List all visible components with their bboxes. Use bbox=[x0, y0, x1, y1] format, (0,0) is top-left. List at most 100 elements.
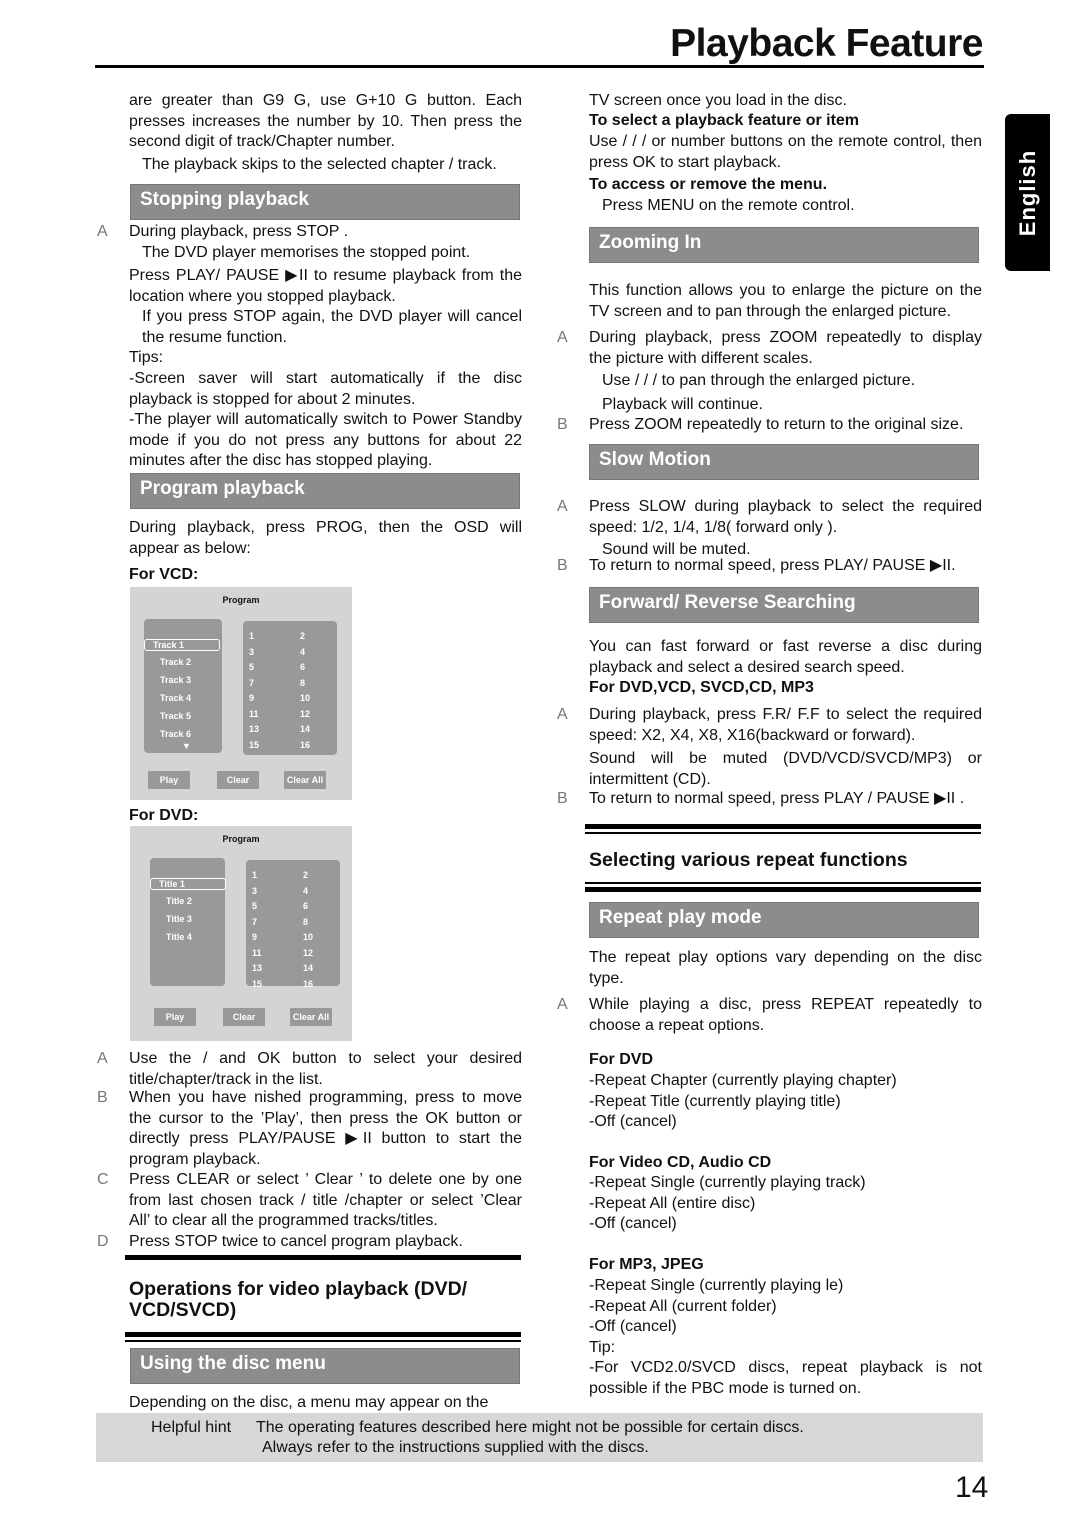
osd-number[interactable]: 2 bbox=[303, 870, 308, 880]
step-letter: D bbox=[97, 1233, 109, 1250]
osd-number[interactable]: 9 bbox=[249, 693, 254, 703]
paragraph: -Repeat Single (currently playing le) -R… bbox=[589, 1276, 982, 1358]
paragraph-text: Use the / and OK button to select your d… bbox=[129, 1050, 522, 1088]
osd-number[interactable]: 2 bbox=[300, 631, 305, 641]
step-letter: A bbox=[97, 1050, 108, 1067]
osd-number[interactable]: 12 bbox=[300, 709, 310, 719]
section-header: Repeat play mode bbox=[589, 902, 979, 938]
osd-number[interactable]: 12 bbox=[303, 948, 313, 958]
osd-number[interactable]: 14 bbox=[303, 963, 313, 973]
osd-number[interactable]: 15 bbox=[252, 979, 262, 989]
paragraph: TV screen once you load in the disc. bbox=[589, 91, 982, 112]
divider-rule bbox=[585, 824, 981, 829]
osd-number[interactable]: 3 bbox=[252, 886, 257, 896]
osd-number[interactable]: 7 bbox=[252, 917, 257, 927]
osd-number[interactable]: 15 bbox=[249, 740, 259, 750]
osd-number[interactable]: 16 bbox=[303, 979, 313, 989]
osd-number[interactable]: 1 bbox=[249, 631, 254, 641]
osd-clear-button[interactable]: Clear bbox=[217, 771, 259, 789]
section-heading: Operations for video playback (DVD/ VCD/… bbox=[129, 1278, 468, 1321]
osd-number[interactable]: 9 bbox=[252, 932, 257, 942]
paragraph: -The player will automatically switch to… bbox=[129, 410, 522, 472]
paragraph: -For VCD2.0/SVCD discs, repeat playback … bbox=[589, 1358, 982, 1399]
osd-number[interactable]: 11 bbox=[252, 948, 262, 958]
paragraph: This function allows you to enlarge the … bbox=[589, 281, 982, 322]
paragraph: For DVD,VCD, SVCD,CD, MP3 bbox=[589, 678, 982, 699]
language-tab-label: English bbox=[1014, 149, 1040, 236]
osd-number[interactable]: 3 bbox=[249, 647, 254, 657]
osd-list-item[interactable]: Title 2 bbox=[158, 896, 228, 906]
step-item: A During playback, press ZOOM repeatedly … bbox=[557, 328, 982, 369]
osd-list-item[interactable]: Track 2 bbox=[152, 657, 222, 667]
osd-number[interactable]: 4 bbox=[303, 886, 308, 896]
section-header: Zooming In bbox=[589, 227, 979, 263]
paragraph-text: Press STOP twice to cancel program playb… bbox=[129, 1233, 463, 1250]
osd-number[interactable]: 10 bbox=[300, 693, 310, 703]
paragraph-text: -Repeat Chapter (currently playing chapt… bbox=[589, 1072, 897, 1130]
paragraph-text: To return to normal speed, press PLAY/ P… bbox=[589, 557, 956, 574]
osd-item-list: Title 1 Title 2 Title 3 Title 4 bbox=[150, 858, 228, 986]
osd-number[interactable]: 11 bbox=[249, 709, 259, 719]
paragraph: -Repeat Single (currently playing track)… bbox=[589, 1173, 982, 1235]
osd-title: Program bbox=[222, 595, 260, 605]
osd-list-item[interactable]: Title 3 bbox=[158, 914, 228, 924]
step-letter: C bbox=[97, 1171, 109, 1188]
osd-clear-all-button[interactable]: Clear All bbox=[290, 1008, 332, 1026]
divider-rule bbox=[125, 1255, 521, 1260]
hint-label: Helpful hint bbox=[151, 1419, 232, 1436]
osd-number[interactable]: 14 bbox=[300, 724, 310, 734]
paragraph: Use / / / to pan through the enlarged pi… bbox=[589, 371, 982, 392]
osd-number[interactable]: 5 bbox=[252, 901, 257, 911]
paragraph: Depending on the disc, a menu may appear… bbox=[129, 1393, 522, 1414]
paragraph: -Screen saver will start automatically i… bbox=[129, 369, 522, 410]
osd-number[interactable]: 5 bbox=[249, 662, 254, 672]
osd-clear-button[interactable]: Clear bbox=[223, 1008, 265, 1026]
paragraph: Playback will continue. bbox=[589, 395, 982, 416]
osd-clear-all-button[interactable]: Clear All bbox=[284, 771, 326, 789]
paragraph: To select a playback feature or item bbox=[589, 111, 982, 132]
osd-number[interactable]: 10 bbox=[303, 932, 313, 942]
paragraph: The DVD player memorises the stopped poi… bbox=[129, 243, 522, 264]
paragraph: For Video CD, Audio CD bbox=[589, 1153, 982, 1174]
paragraph-text: To access or remove the menu. bbox=[589, 176, 828, 193]
scroll-down-icon[interactable]: ▼ bbox=[182, 741, 202, 751]
osd-number[interactable]: 7 bbox=[249, 678, 254, 688]
paragraph-text: -Repeat Single (currently playing le) -R… bbox=[589, 1277, 844, 1356]
paragraph-text: For MP3, JPEG bbox=[589, 1256, 704, 1273]
paragraph-text: When you have nished programming, press … bbox=[129, 1089, 522, 1168]
step-letter: B bbox=[97, 1089, 108, 1106]
osd-list-item[interactable]: Track 4 bbox=[152, 693, 222, 703]
osd-list-item[interactable]: Track 3 bbox=[152, 675, 222, 685]
step-item: A During playback, press STOP . bbox=[97, 222, 522, 243]
step-letter: A bbox=[557, 706, 568, 723]
osd-number[interactable]: 6 bbox=[303, 901, 308, 911]
paragraph-text: While playing a disc, press REPEAT repea… bbox=[589, 996, 982, 1034]
divider-rule bbox=[585, 887, 981, 892]
osd-number[interactable]: 8 bbox=[303, 917, 308, 927]
osd-number[interactable]: 13 bbox=[249, 724, 259, 734]
osd-list-item[interactable]: Title 1 bbox=[150, 878, 226, 890]
paragraph-text: -The player will automatically switch to… bbox=[129, 411, 522, 469]
osd-number[interactable]: 8 bbox=[300, 678, 305, 688]
hint-line-1: The operating features described here mi… bbox=[256, 1419, 804, 1436]
osd-play-button[interactable]: Play bbox=[154, 1008, 196, 1026]
paragraph-text: For DVD,VCD, SVCD,CD, MP3 bbox=[589, 679, 814, 696]
osd-list-item[interactable]: Track 6 bbox=[152, 729, 222, 739]
osd-number[interactable]: 4 bbox=[300, 647, 305, 657]
osd-play-button[interactable]: Play bbox=[148, 771, 190, 789]
osd-number[interactable]: 16 bbox=[300, 740, 310, 750]
osd-item-list: Track 1 Track 2 Track 3 Track 4 Track 5 Track… bbox=[144, 619, 222, 753]
osd-number[interactable]: 13 bbox=[252, 963, 262, 973]
osd-number[interactable]: 1 bbox=[252, 870, 257, 880]
divider-rule bbox=[125, 1332, 521, 1337]
osd-list-item[interactable]: Track 1 bbox=[144, 639, 220, 651]
paragraph-text: You can fast forward or fast reverse a d… bbox=[589, 638, 982, 676]
paragraph-text: For DVD bbox=[589, 1051, 653, 1068]
osd-list-item[interactable]: Title 4 bbox=[158, 932, 228, 942]
hint-line-2: Always refer to the instructions supplie… bbox=[262, 1439, 649, 1456]
step-letter: B bbox=[557, 557, 568, 574]
section-header: Forward/ Reverse Searching bbox=[589, 587, 979, 623]
osd-list-item[interactable]: Track 5 bbox=[152, 711, 222, 721]
osd-number[interactable]: 6 bbox=[300, 662, 305, 672]
paragraph-text: To return to normal speed, press PLAY / … bbox=[589, 790, 965, 807]
